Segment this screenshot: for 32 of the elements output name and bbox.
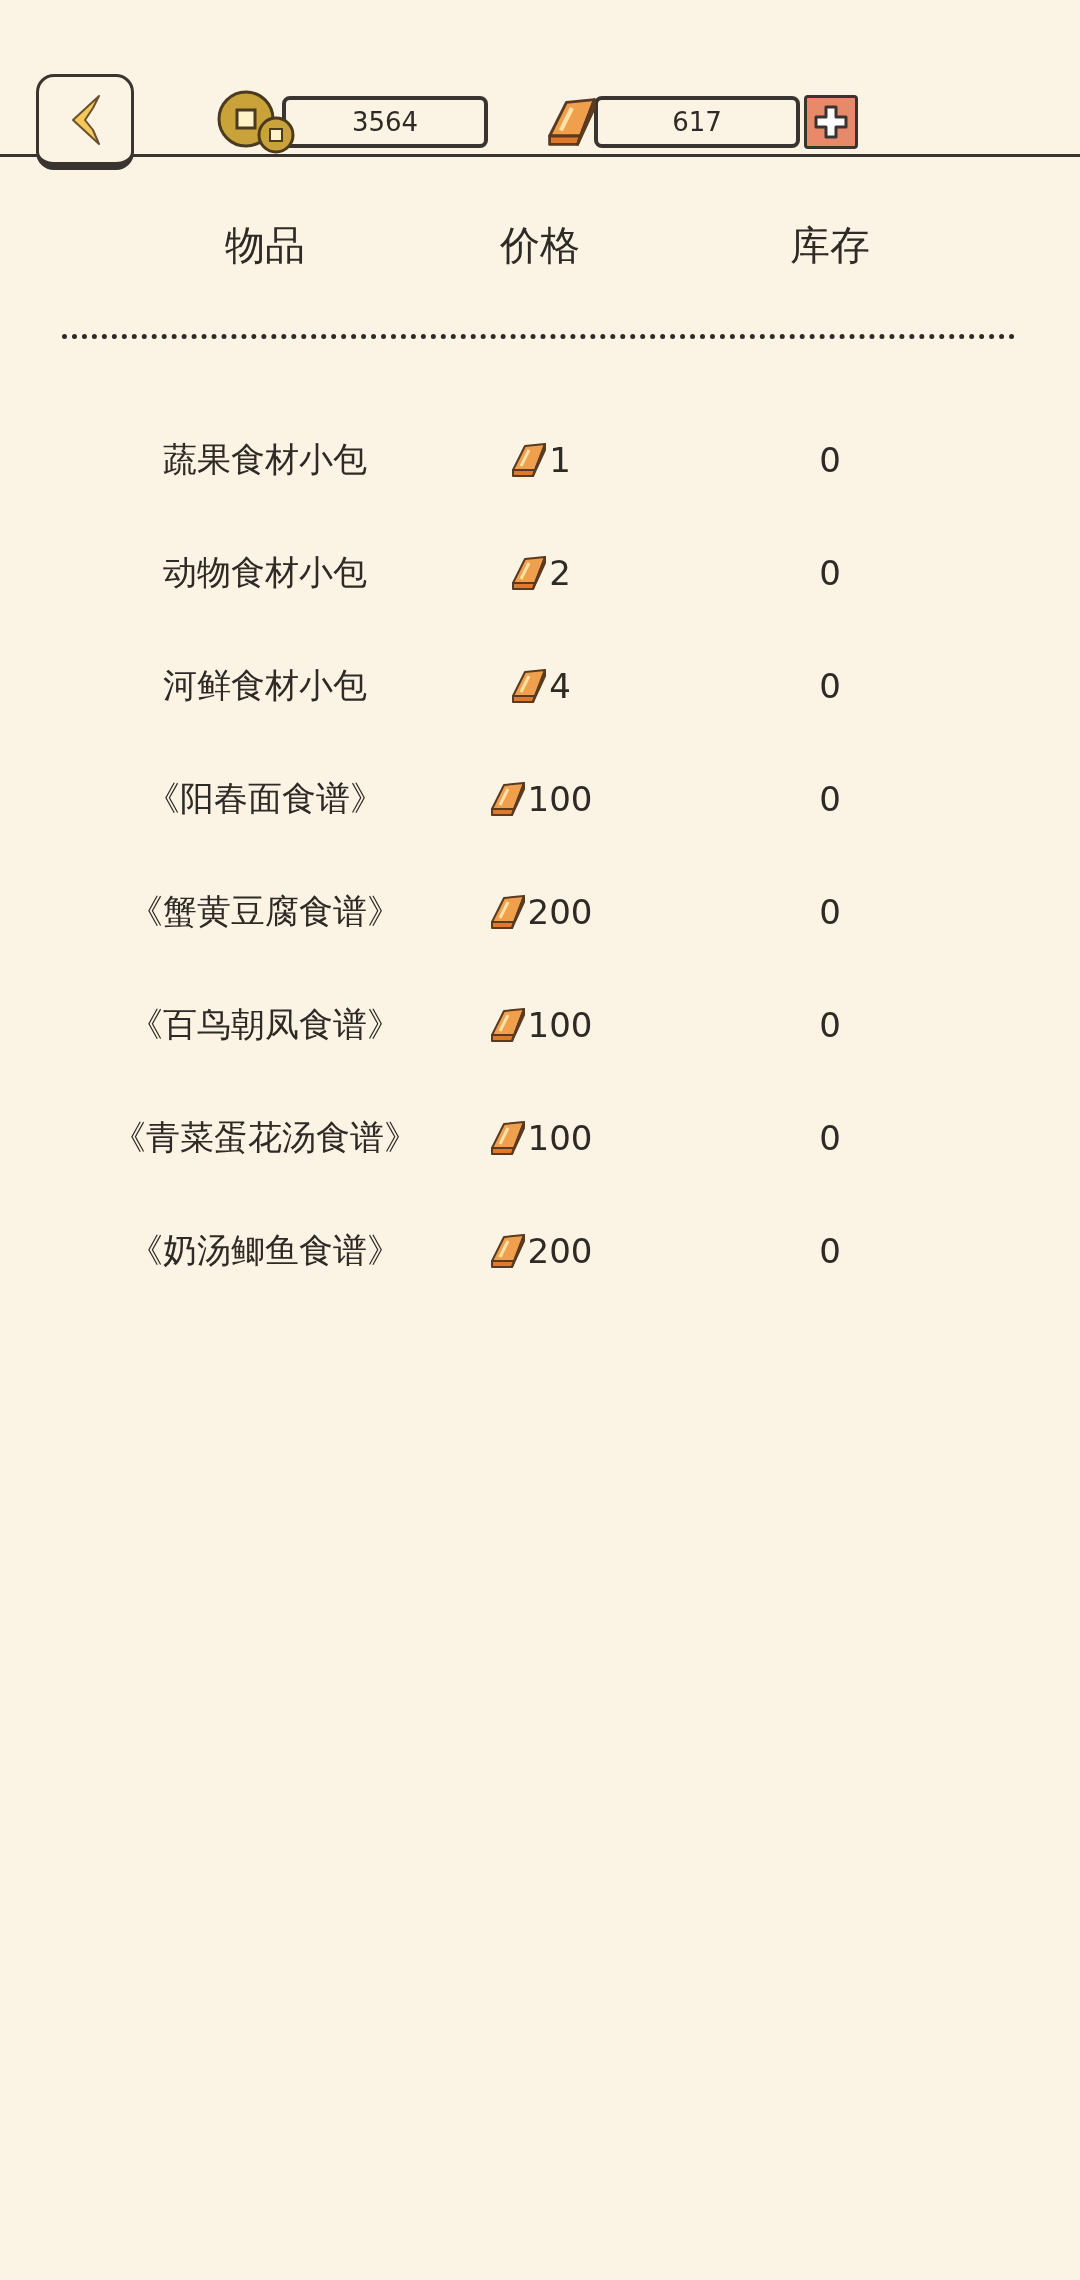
- item-name: 《阳春面食谱》: [146, 776, 384, 820]
- item-name: 《青菜蛋花汤食谱》: [112, 1115, 418, 1159]
- back-button[interactable]: [36, 74, 134, 170]
- item-name: 《蟹黄豆腐食谱》: [129, 889, 401, 933]
- stock-count: 0: [819, 1004, 841, 1045]
- price: 200: [527, 1230, 593, 1271]
- column-header: 库存: [790, 220, 870, 270]
- stock-count: 0: [819, 1230, 841, 1271]
- stock-count: 0: [819, 1117, 841, 1158]
- price: 100: [527, 778, 593, 819]
- item-name: 河鲜食材小包: [163, 663, 367, 707]
- stock-count: 0: [819, 665, 841, 706]
- item-name: 《奶汤鲫鱼食谱》: [129, 1228, 401, 1272]
- item-name: 动物食材小包: [163, 550, 367, 594]
- add-button[interactable]: [804, 95, 858, 149]
- item-name: 《百鸟朝凤食谱》: [129, 1002, 401, 1046]
- price: 2: [549, 552, 571, 593]
- price: 1: [549, 439, 571, 480]
- stock-count: 0: [819, 891, 841, 932]
- price: 4: [549, 665, 571, 706]
- stock-count: 0: [819, 778, 841, 819]
- plus-icon: [813, 104, 849, 140]
- ingot-count: 617: [594, 96, 800, 148]
- stock-count: 0: [819, 552, 841, 593]
- column-header: 物品: [225, 220, 305, 270]
- price: 200: [527, 891, 593, 932]
- stock-count: 0: [819, 439, 841, 480]
- price: 100: [527, 1004, 593, 1045]
- price: 100: [527, 1117, 593, 1158]
- item-name: 蔬果食材小包: [163, 437, 367, 481]
- column-header: 价格: [500, 220, 580, 270]
- coin-count: 3564: [282, 96, 488, 148]
